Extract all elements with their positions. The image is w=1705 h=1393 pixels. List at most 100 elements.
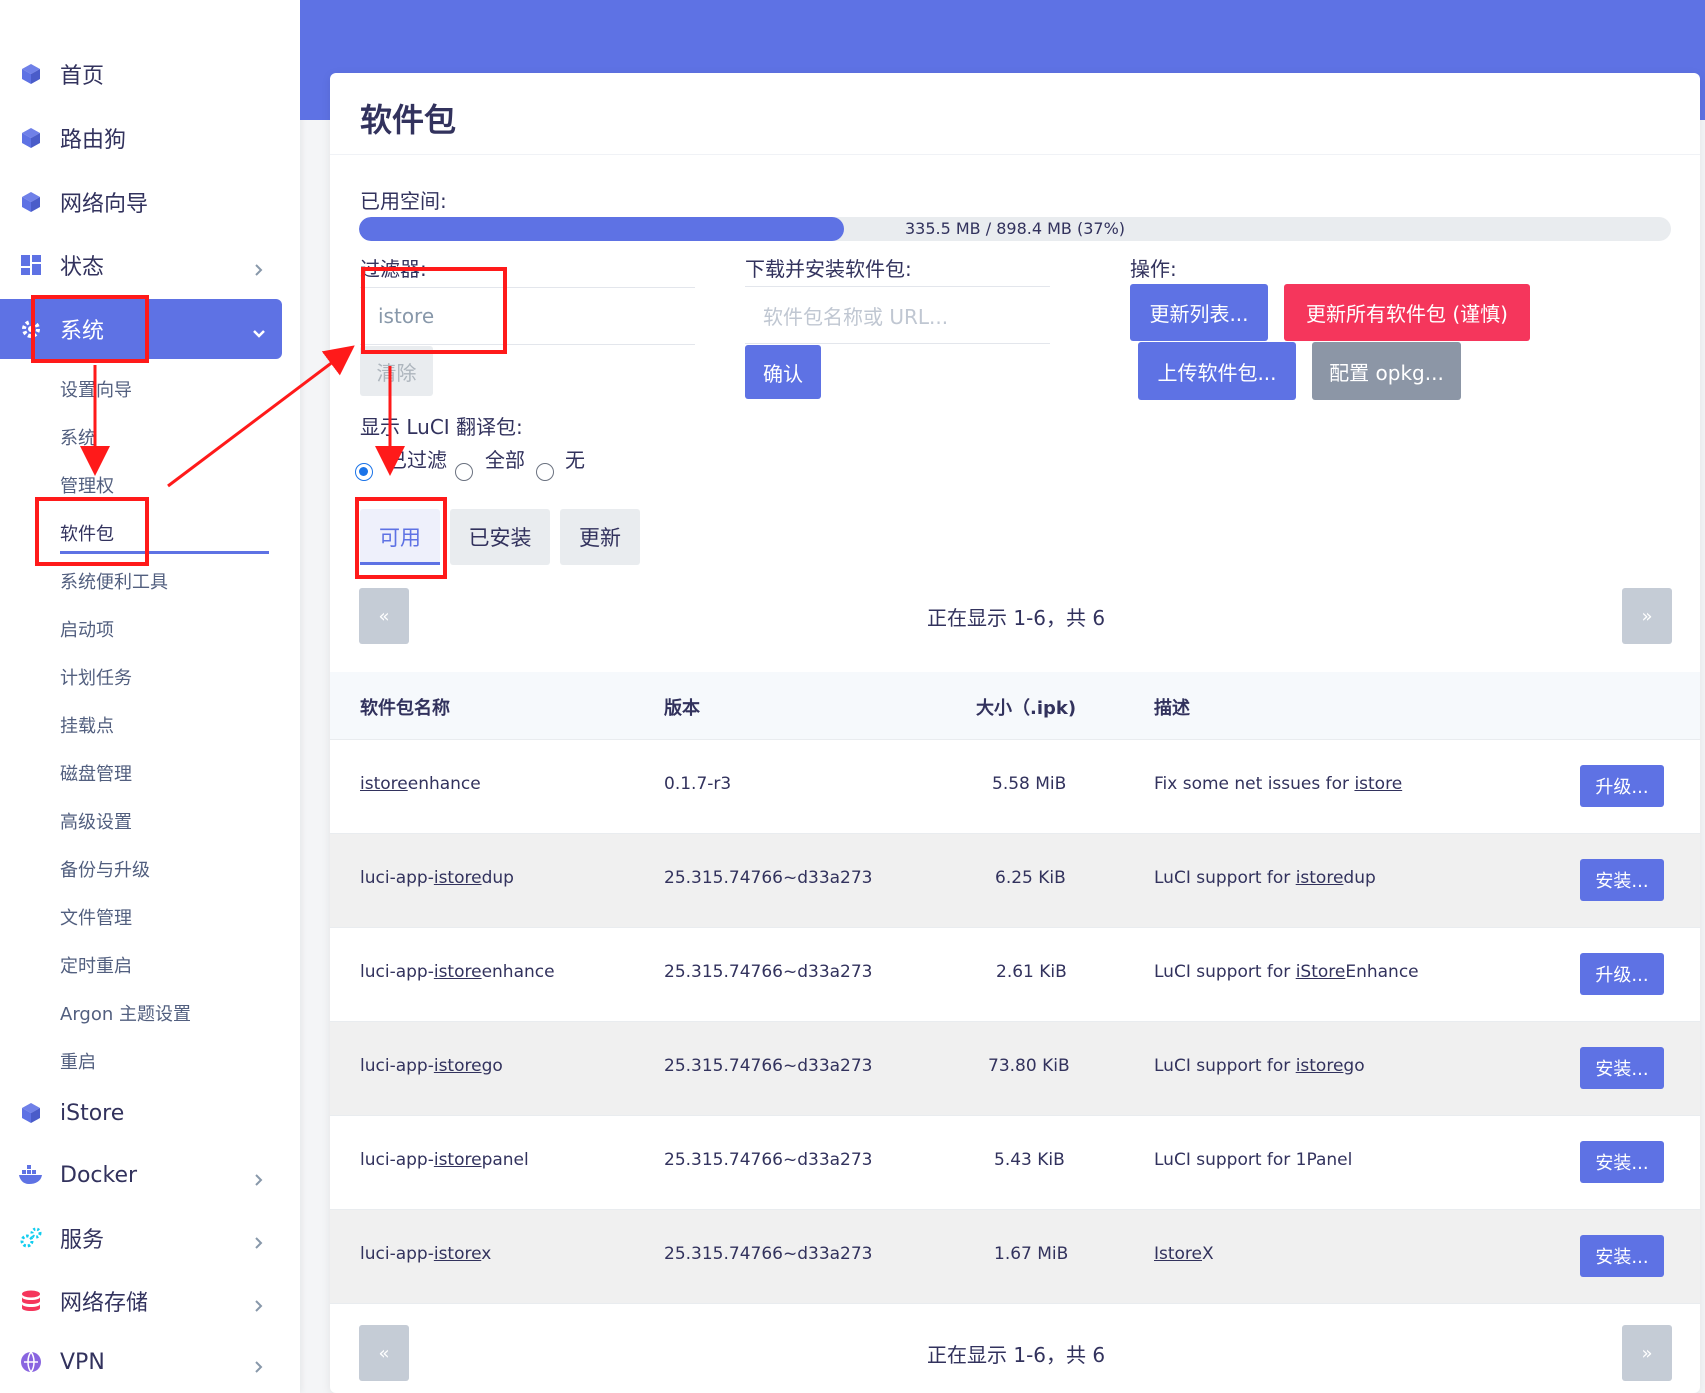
upgrade-button[interactable]: 升级...: [1580, 765, 1664, 807]
nav-status[interactable]: 状态: [0, 235, 300, 295]
sub-advanced[interactable]: 高级设置: [60, 808, 132, 834]
table-row: luci-app-istoreenhance 25.315.74766~d33a…: [330, 928, 1700, 1022]
pager-prev-button[interactable]: «: [359, 588, 409, 644]
confirm-button[interactable]: 确认: [745, 345, 821, 399]
sub-backup[interactable]: 备份与升级: [60, 856, 150, 882]
radio-filtered-label: 已过滤: [387, 448, 447, 472]
sub-argon[interactable]: Argon 主题设置: [60, 1000, 191, 1026]
install-button[interactable]: 安装...: [1580, 1047, 1664, 1089]
nav-services[interactable]: 服务: [0, 1208, 300, 1268]
table-row: luci-app-istorex 25.315.74766~d33a273 1.…: [330, 1210, 1700, 1304]
nav-docker[interactable]: Docker: [0, 1145, 300, 1205]
pager-next-button[interactable]: »: [1622, 588, 1672, 644]
name-pre: luci-app-: [360, 868, 434, 888]
name-pre: luci-app-: [360, 1056, 434, 1076]
radio-none[interactable]: [536, 463, 554, 481]
col-size: 大小（.ipk): [976, 698, 1077, 719]
page-title: 软件包: [360, 101, 457, 139]
name-match: istore: [360, 774, 408, 794]
name-pre: luci-app-: [360, 1244, 434, 1264]
update-list-button[interactable]: 更新列表...: [1130, 284, 1268, 341]
download-input[interactable]: 软件包名称或 URL...: [745, 286, 1050, 344]
package-name[interactable]: istoreenhance: [360, 774, 481, 794]
package-size: 1.67 MiB: [994, 1244, 1069, 1264]
sub-sys-tools[interactable]: 系统便利工具: [60, 568, 168, 594]
install-button[interactable]: 安装...: [1580, 1141, 1664, 1183]
nav-vpn[interactable]: VPN: [0, 1332, 300, 1392]
desc-pre: LuCI support for: [1154, 962, 1296, 982]
table-row: istoreenhance 0.1.7-r3 5.58 MiB Fix some…: [330, 740, 1700, 834]
package-name[interactable]: luci-app-istorepanel: [360, 1150, 529, 1170]
radio-all-label: 全部: [485, 448, 525, 472]
package-version: 25.315.74766~d33a273: [664, 1056, 873, 1076]
name-post: enhance: [481, 962, 555, 982]
desc-pre: LuCI support for: [1154, 868, 1296, 888]
desc-post: X: [1202, 1244, 1214, 1264]
name-post: dup: [481, 868, 514, 888]
cube-icon: [18, 1100, 44, 1126]
sub-mounts[interactable]: 挂载点: [60, 712, 114, 738]
chevron-right-icon: [252, 1168, 266, 1186]
sub-startup[interactable]: 启动项: [60, 616, 114, 642]
upload-package-button[interactable]: 上传软件包...: [1138, 342, 1296, 400]
nav-routerdog[interactable]: 路由狗: [0, 108, 300, 168]
docker-icon: [18, 1162, 44, 1188]
sub-system[interactable]: 系统: [60, 424, 96, 450]
install-button[interactable]: 安装...: [1580, 1235, 1664, 1277]
desc-pre: Fix some net issues for: [1154, 774, 1355, 794]
package-description: LuCI support for istorego: [1154, 1056, 1365, 1076]
upgrade-button[interactable]: 升级...: [1580, 953, 1664, 995]
config-opkg-button[interactable]: 配置 opkg...: [1312, 342, 1461, 400]
package-name[interactable]: luci-app-istoredup: [360, 868, 514, 888]
sub-cron[interactable]: 计划任务: [60, 664, 132, 690]
tab-updates[interactable]: 更新: [560, 509, 640, 565]
package-version: 25.315.74766~d33a273: [664, 962, 873, 982]
package-size: 6.25 KiB: [995, 868, 1066, 888]
name-match: istore: [433, 962, 482, 982]
package-version: 25.315.74766~d33a273: [664, 868, 873, 888]
desc-match: istore: [1295, 868, 1344, 888]
nav-network-wizard[interactable]: 网络向导: [0, 172, 300, 232]
storage-progress: 335.5 MB / 898.4 MB (37%): [359, 217, 1671, 241]
pager-prev-button-bottom[interactable]: «: [359, 1325, 409, 1381]
radio-none-label: 无: [565, 448, 585, 472]
package-description: LuCI support for 1Panel: [1154, 1150, 1352, 1170]
sub-disks[interactable]: 磁盘管理: [60, 760, 132, 786]
desc-post: Enhance: [1345, 962, 1419, 982]
name-match: istore: [433, 868, 482, 888]
package-name[interactable]: luci-app-istoreenhance: [360, 962, 555, 982]
download-placeholder: 软件包名称或 URL...: [763, 304, 949, 329]
pager-next-button-bottom[interactable]: »: [1622, 1325, 1672, 1381]
package-size: 5.58 MiB: [992, 774, 1067, 794]
radio-all[interactable]: [455, 463, 473, 481]
package-version: 25.315.74766~d33a273: [664, 1244, 873, 1264]
desc-match: istore: [1295, 1056, 1344, 1076]
name-post: enhance: [407, 774, 481, 794]
table-row: luci-app-istoredup 25.315.74766~d33a273 …: [330, 834, 1700, 928]
package-name[interactable]: luci-app-istorex: [360, 1244, 491, 1264]
sub-files[interactable]: 文件管理: [60, 904, 132, 930]
sub-reboot-schedule[interactable]: 定时重启: [60, 952, 132, 978]
nav-network-storage[interactable]: 网络存储: [0, 1271, 300, 1331]
nav-label: 网络存储: [60, 1291, 149, 1316]
name-match: istore: [433, 1056, 482, 1076]
radio-filtered[interactable]: [355, 463, 373, 481]
sub-reboot[interactable]: 重启: [60, 1048, 96, 1074]
annotation-box-tab: [355, 497, 447, 579]
col-version: 版本: [664, 698, 700, 719]
update-all-button[interactable]: 更新所有软件包 (谨慎): [1284, 284, 1530, 341]
install-button[interactable]: 安装...: [1580, 859, 1664, 901]
desc-match: istore: [1354, 774, 1403, 794]
sub-admin[interactable]: 管理权: [60, 472, 114, 498]
package-name[interactable]: luci-app-istorego: [360, 1056, 503, 1076]
sub-setup-wizard[interactable]: 设置向导: [60, 376, 132, 402]
nav-istore[interactable]: iStore: [0, 1083, 300, 1143]
nav-label: 服务: [60, 1228, 105, 1253]
nav-label: 状态: [60, 255, 105, 280]
nav-label: VPN: [60, 1349, 105, 1375]
tab-installed[interactable]: 已安装: [450, 509, 550, 565]
desc-post: dup: [1343, 868, 1376, 888]
nav-home[interactable]: 首页: [0, 44, 300, 104]
desc-post: go: [1343, 1056, 1365, 1076]
pager-status: 正在显示 1-6，共 6: [927, 606, 1106, 630]
